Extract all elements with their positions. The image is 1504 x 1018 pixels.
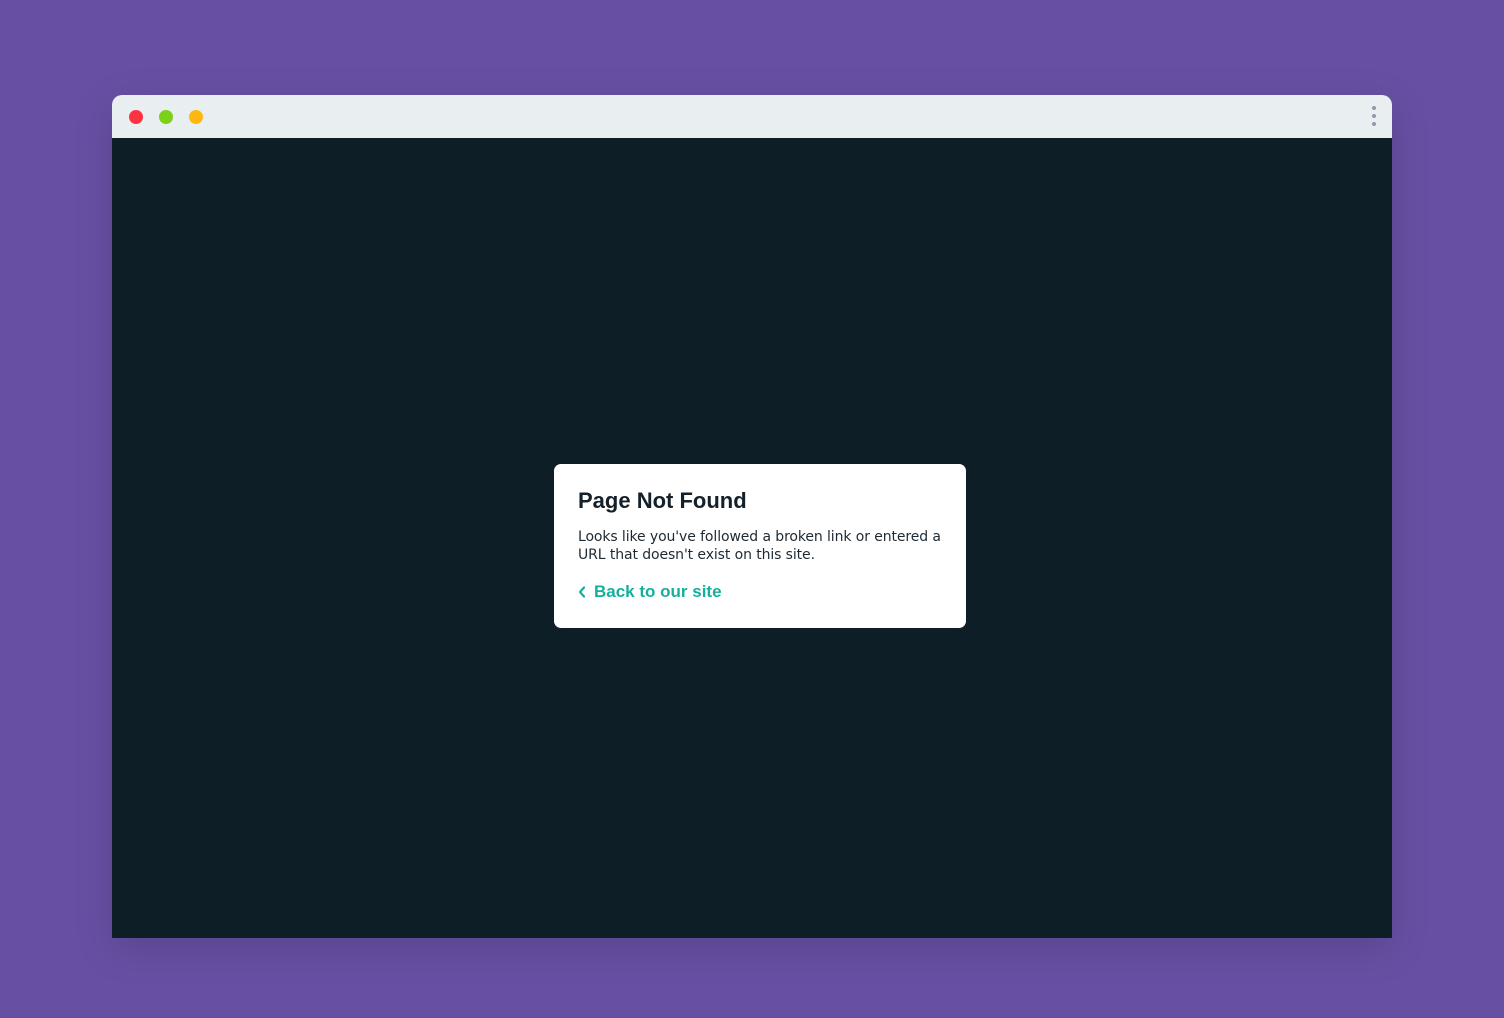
page-title: Page Not Found	[578, 488, 747, 513]
kebab-menu-icon[interactable]	[1366, 105, 1382, 129]
browser-titlebar	[112, 95, 1392, 138]
zoom-window-button[interactable]	[159, 110, 173, 124]
page-viewport: Page Not Found Looks like you've followe…	[112, 138, 1392, 938]
chevron-left-icon	[578, 586, 586, 598]
minimize-window-button[interactable]	[189, 110, 203, 124]
browser-window: Page Not Found Looks like you've followe…	[112, 95, 1392, 938]
close-window-button[interactable]	[129, 110, 143, 124]
error-message: Looks like you've followed a broken link…	[578, 529, 941, 563]
back-to-site-link[interactable]: Back to our site	[578, 582, 722, 602]
not-found-card: Page Not Found Looks like you've followe…	[554, 464, 966, 628]
back-link-label: Back to our site	[594, 582, 722, 601]
